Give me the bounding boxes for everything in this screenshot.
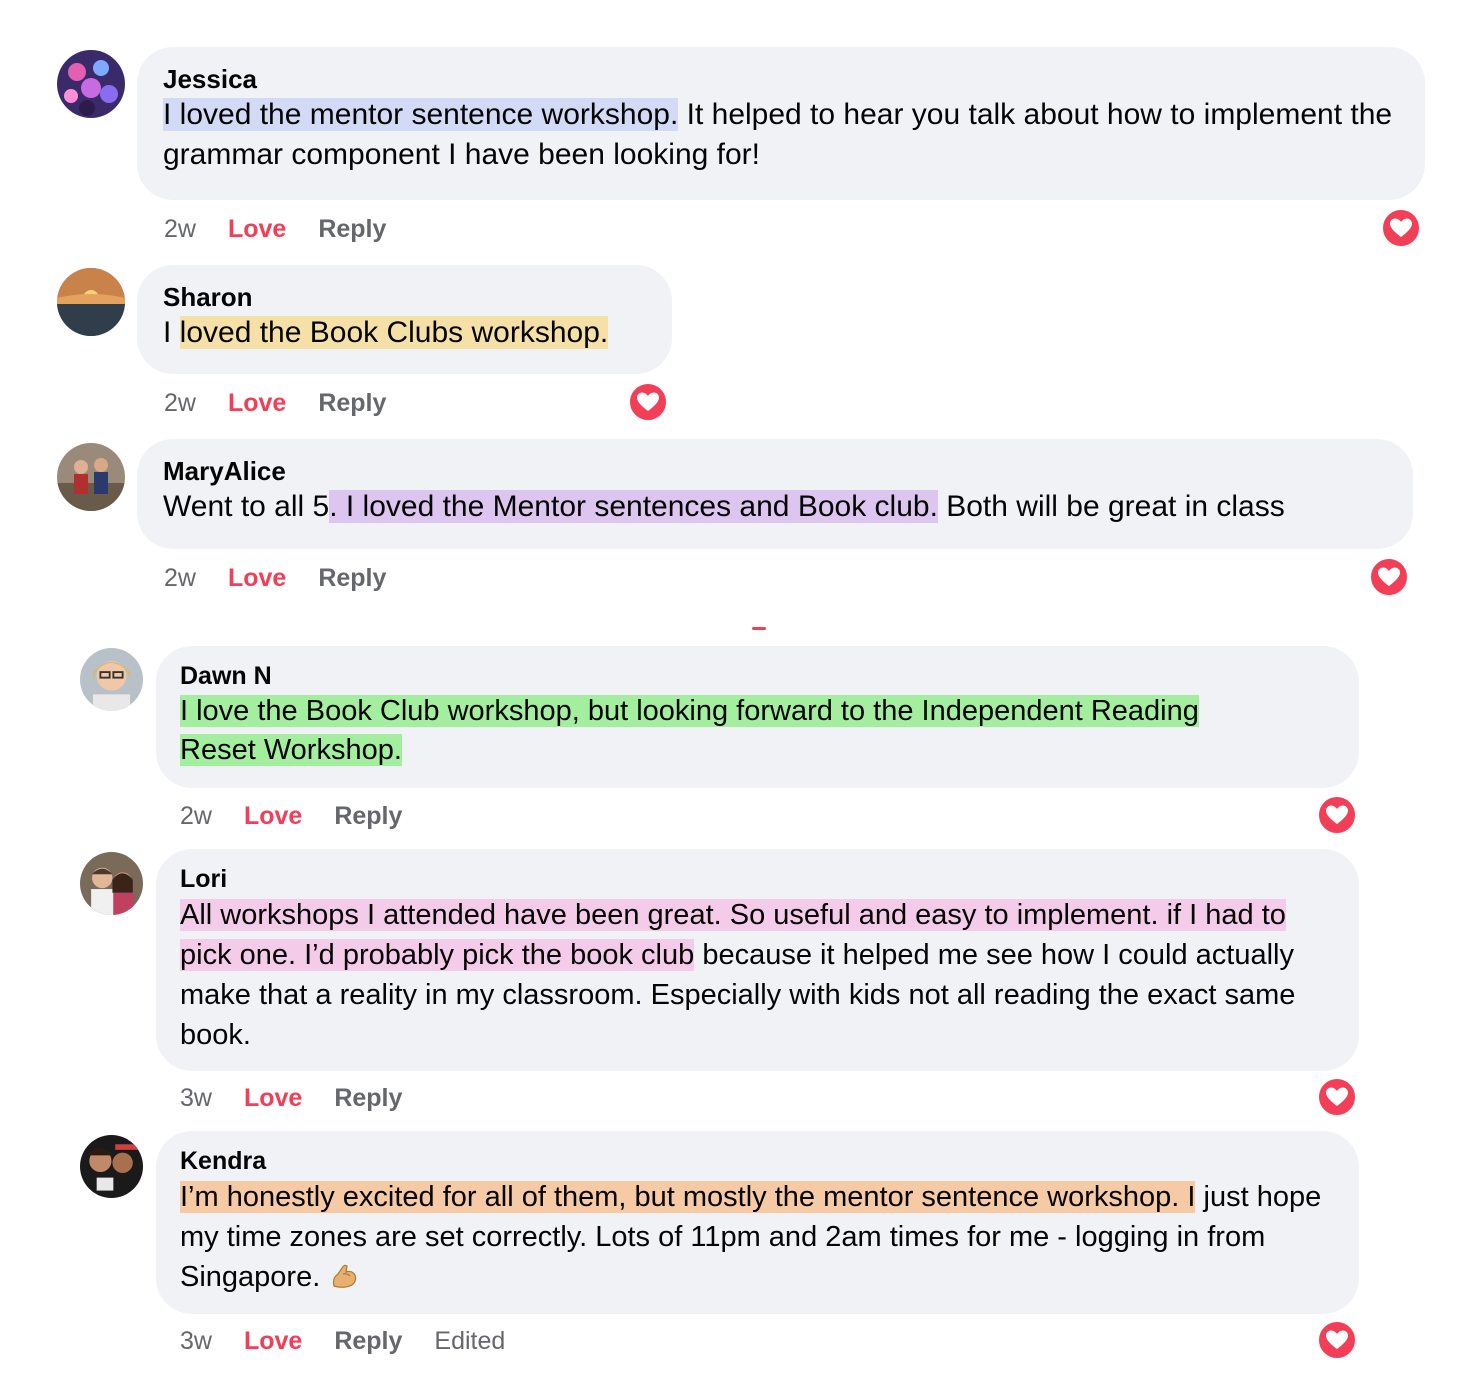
edited-label: Edited — [434, 1327, 506, 1355]
avatar[interactable] — [57, 443, 125, 511]
comment-actions: 2w Love Reply — [164, 563, 418, 593]
love-button[interactable]: Love — [228, 389, 286, 417]
love-reaction-icon[interactable] — [1381, 208, 1421, 248]
flexed-biceps-icon — [328, 1260, 360, 1292]
comment-actions: 3w Love Reply Edited — [180, 1326, 537, 1356]
highlighted-text: loved the Book Clubs workshop. — [179, 316, 609, 349]
love-button[interactable]: Love — [244, 1327, 302, 1355]
avatar[interactable] — [80, 648, 143, 711]
love-reaction-icon[interactable] — [628, 382, 668, 422]
highlighted-text: I love the Book Club workshop, but looki… — [180, 695, 1199, 766]
commenter-name[interactable]: Sharon — [163, 281, 646, 313]
reply-button[interactable]: Reply — [334, 1084, 402, 1112]
avatar[interactable] — [80, 1135, 143, 1198]
comment-text: I love the Book Club workshop, but looki… — [180, 692, 1280, 770]
love-reaction-icon[interactable] — [1317, 795, 1357, 835]
reply-button[interactable]: Reply — [318, 215, 386, 243]
love-reaction-icon[interactable] — [1369, 557, 1409, 597]
highlighted-text: I’m honestly excited for all of them, bu… — [180, 1181, 1196, 1213]
reply-button[interactable]: Reply — [334, 1327, 402, 1355]
comment-text-segment: Both will be great in class — [937, 490, 1285, 523]
comment-bubble: Dawn N I love the Book Club workshop, bu… — [156, 646, 1359, 788]
love-button[interactable]: Love — [228, 564, 286, 592]
comment-bubble: MaryAlice Went to all 5. I loved the Men… — [137, 439, 1413, 549]
comment-bubble: Jessica I loved the mentor sentence work… — [137, 47, 1425, 200]
commenter-name[interactable]: Kendra — [180, 1145, 1335, 1177]
avatar[interactable] — [57, 268, 125, 336]
timestamp[interactable]: 2w — [164, 564, 196, 592]
divider-mark — [752, 627, 766, 630]
comment-actions: 2w Love Reply — [180, 801, 434, 831]
reply-button[interactable]: Reply — [318, 389, 386, 417]
timestamp[interactable]: 2w — [180, 802, 212, 830]
highlighted-text: I loved the mentor sentence workshop. — [163, 98, 679, 131]
timestamp[interactable]: 3w — [180, 1084, 212, 1112]
comment-bubble: Kendra I’m honestly excited for all of t… — [156, 1131, 1359, 1314]
timestamp[interactable]: 3w — [180, 1327, 212, 1355]
timestamp[interactable]: 2w — [164, 389, 196, 417]
commenter-name[interactable]: Lori — [180, 863, 1335, 895]
reply-button[interactable]: Reply — [318, 564, 386, 592]
comment-actions: 3w Love Reply — [180, 1083, 434, 1113]
reply-button[interactable]: Reply — [334, 802, 402, 830]
avatar[interactable] — [80, 852, 143, 915]
comment-text-segment: Went to all 5 — [163, 490, 330, 523]
comment-text: All workshops I attended have been great… — [180, 895, 1330, 1055]
love-button[interactable]: Love — [228, 215, 286, 243]
comment-text: I loved the mentor sentence workshop. It… — [163, 95, 1399, 175]
timestamp[interactable]: 2w — [164, 215, 196, 243]
comment-text: I loved the Book Clubs workshop. — [163, 313, 646, 353]
comment-text: I’m honestly excited for all of them, bu… — [180, 1177, 1340, 1297]
love-reaction-icon[interactable] — [1317, 1320, 1357, 1360]
comment-text-segment: I — [163, 316, 180, 349]
commenter-name[interactable]: Dawn N — [180, 660, 1335, 692]
commenter-name[interactable]: MaryAlice — [163, 455, 1387, 487]
avatar[interactable] — [57, 50, 125, 118]
commenter-name[interactable]: Jessica — [163, 63, 1399, 95]
comment-actions: 2w Love Reply — [164, 214, 418, 244]
highlighted-text: . I loved the Mentor sentences and Book … — [329, 490, 938, 523]
love-reaction-icon[interactable] — [1317, 1077, 1357, 1117]
comment-text: Went to all 5. I loved the Mentor senten… — [163, 487, 1387, 527]
comment-bubble: Lori All workshops I attended have been … — [156, 849, 1359, 1071]
comment-bubble: Sharon I loved the Book Clubs workshop. — [137, 265, 672, 374]
love-button[interactable]: Love — [244, 802, 302, 830]
love-button[interactable]: Love — [244, 1084, 302, 1112]
comment-actions: 2w Love Reply — [164, 388, 418, 418]
